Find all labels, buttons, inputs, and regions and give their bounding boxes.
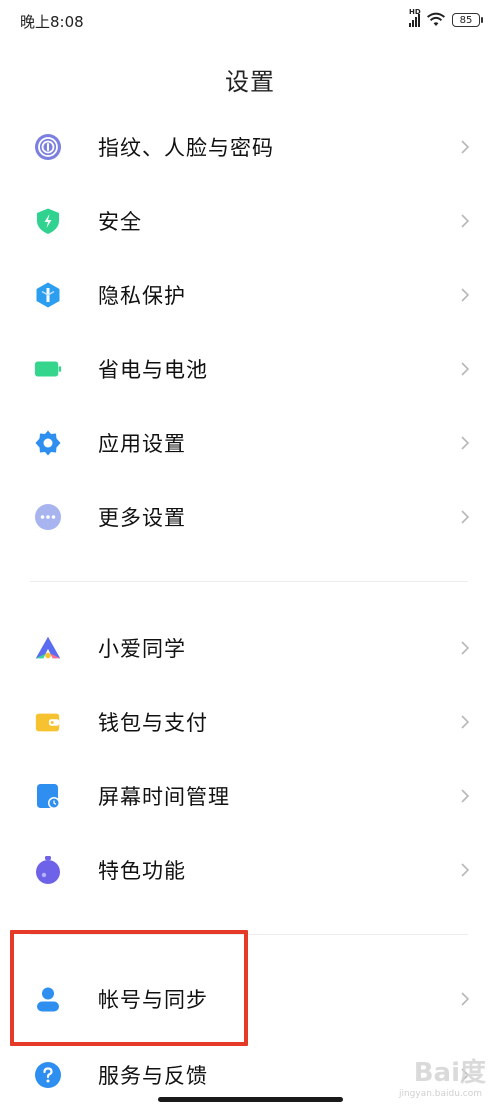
settings-item-label: 省电与电池 (98, 358, 208, 382)
wallet-icon (34, 708, 62, 736)
chevron-right-icon (461, 436, 470, 450)
chevron-right-icon (461, 641, 470, 655)
more-icon (34, 503, 62, 531)
chevron-right-icon (461, 992, 470, 1006)
settings-item-fingerprint[interactable]: 指纹、人脸与密码 (0, 110, 500, 184)
screen-time-icon (34, 782, 62, 810)
xiaoai-icon (34, 634, 62, 662)
settings-item-label: 特色功能 (98, 859, 186, 883)
chevron-right-icon (461, 715, 470, 729)
privacy-icon (34, 281, 62, 309)
chevron-right-icon (461, 789, 470, 803)
settings-item-label: 指纹、人脸与密码 (98, 136, 274, 160)
settings-item-label: 隐私保护 (98, 284, 186, 308)
page-title: 设置 (225, 68, 275, 96)
account-icon (34, 985, 62, 1013)
settings-item-features[interactable]: 特色功能 (0, 833, 500, 907)
settings-item-account-sync[interactable]: 帐号与同步 (0, 962, 500, 1036)
battery-icon (34, 355, 62, 383)
gear-icon (34, 429, 62, 457)
chevron-right-icon (461, 140, 470, 154)
settings-item-label: 服务与反馈 (98, 1064, 208, 1088)
help-icon (34, 1061, 62, 1089)
feature-icon (34, 856, 62, 884)
signal-icon: HD (409, 8, 421, 27)
settings-item-battery[interactable]: 省电与电池 (0, 332, 500, 406)
wifi-icon (426, 12, 446, 26)
battery-icon: 85 (452, 13, 483, 27)
settings-item-label: 钱包与支付 (98, 711, 208, 735)
settings-item-security[interactable]: 安全 (0, 184, 500, 258)
chevron-right-icon (461, 863, 470, 877)
shield-icon (34, 207, 62, 235)
settings-item-label: 小爱同学 (98, 637, 186, 661)
chevron-right-icon (461, 362, 470, 376)
network-type-label: HD (409, 8, 421, 16)
status-icons: HD 85 (409, 8, 483, 30)
settings-item-xiaoai[interactable]: 小爱同学 (0, 611, 500, 685)
status-time: 晚上8:08 (20, 13, 84, 31)
settings-item-label: 屏幕时间管理 (98, 785, 230, 809)
group-divider (30, 934, 468, 935)
settings-item-app-settings[interactable]: 应用设置 (0, 406, 500, 480)
watermark-logo: Bai度 (413, 1058, 486, 1088)
fingerprint-icon (34, 133, 62, 161)
chevron-right-icon (461, 510, 470, 524)
battery-level: 85 (459, 14, 473, 26)
watermark-url: jingyan.baidu.com (398, 1089, 482, 1099)
settings-item-wallet[interactable]: 钱包与支付 (0, 685, 500, 759)
settings-item-label: 安全 (98, 210, 142, 234)
settings-item-screen-time[interactable]: 屏幕时间管理 (0, 759, 500, 833)
chevron-right-icon (461, 214, 470, 228)
settings-item-label: 更多设置 (98, 506, 186, 530)
home-indicator[interactable] (158, 1097, 343, 1102)
chevron-right-icon (461, 288, 470, 302)
settings-item-more-settings[interactable]: 更多设置 (0, 480, 500, 554)
status-bar: 晚上8:08 HD 85 (0, 0, 500, 44)
settings-item-label: 帐号与同步 (98, 988, 208, 1012)
settings-item-privacy[interactable]: 隐私保护 (0, 258, 500, 332)
group-divider (30, 581, 468, 582)
settings-item-label: 应用设置 (98, 432, 186, 456)
